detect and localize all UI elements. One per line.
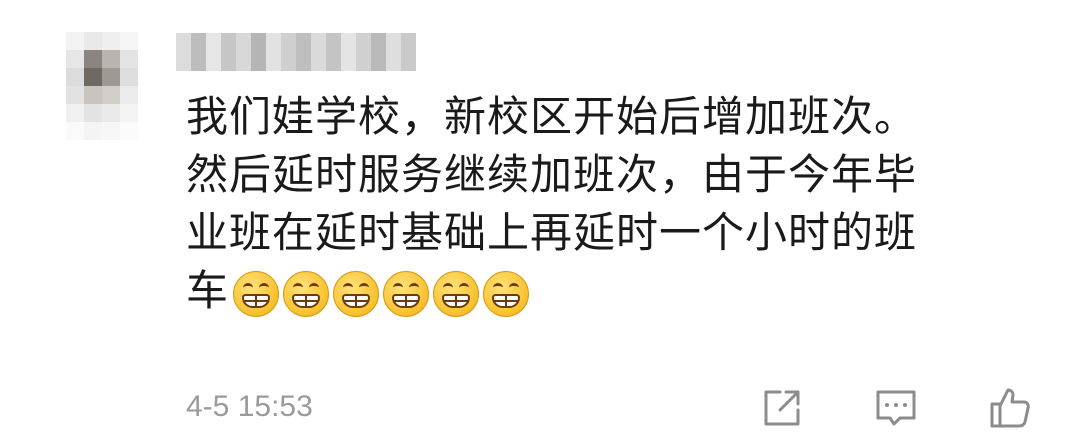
grinning-face-icon (483, 270, 530, 317)
thumbs-up-icon (990, 388, 1030, 428)
reply-button[interactable] (872, 384, 920, 432)
emoji-row (233, 270, 530, 317)
grinning-face-icon (433, 270, 480, 317)
comment-line: 我们娃学校，新校区开始后增加班次。 (186, 92, 918, 141)
comment-line-text: 车 (186, 266, 230, 315)
comment-line: 业班在延时基础上再延时一个小时的班 (186, 208, 918, 257)
comment-line-last: 车 (186, 262, 1036, 320)
comment-icon (876, 390, 916, 426)
comment-timestamp: 4-5 15:53 (186, 390, 313, 423)
username-redacted[interactable] (176, 33, 416, 71)
comment-card: 我们娃学校，新校区开始后增加班次。 然后延时服务继续加班次，由于今年毕 业班在延… (0, 0, 1080, 445)
comment-line: 然后延时服务继续加班次，由于今年毕 (186, 150, 918, 199)
grinning-face-icon (333, 270, 380, 317)
avatar[interactable] (66, 32, 138, 140)
grinning-face-icon (383, 270, 430, 317)
share-button[interactable] (758, 384, 806, 432)
grinning-face-icon (233, 270, 280, 317)
comment-body: 我们娃学校，新校区开始后增加班次。 然后延时服务继续加班次，由于今年毕 业班在延… (186, 88, 1036, 320)
grinning-face-icon (283, 270, 330, 317)
like-button[interactable] (986, 384, 1034, 432)
share-icon (764, 390, 800, 426)
